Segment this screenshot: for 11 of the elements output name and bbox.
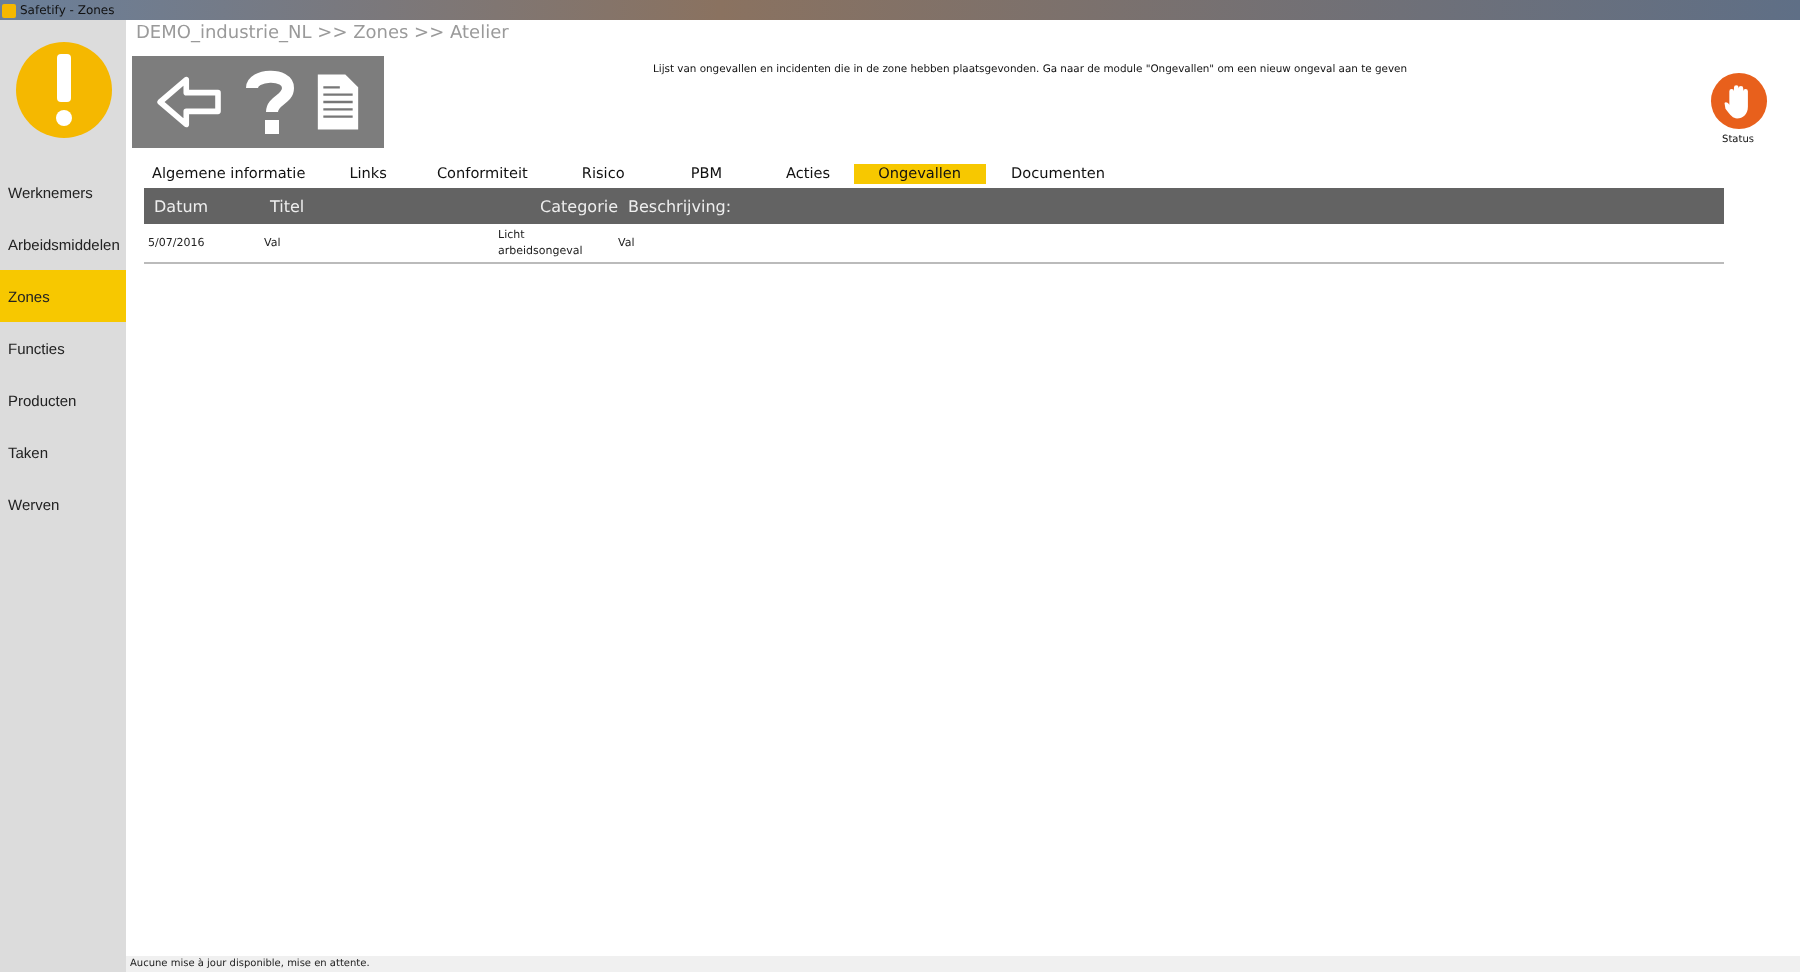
help-icon[interactable] — [245, 68, 294, 136]
document-icon[interactable] — [316, 72, 361, 132]
column-header[interactable]: Categorie — [540, 197, 618, 215]
column-header[interactable]: Datum — [154, 197, 270, 215]
back-arrow-icon[interactable] — [155, 74, 224, 130]
column-header[interactable]: Titel — [270, 197, 502, 215]
column-header[interactable]: Beschrijving: — [618, 197, 1724, 215]
warning-logo-icon — [14, 40, 114, 140]
breadcrumb: DEMO_industrie_NL >> Zones >> Atelier — [134, 22, 511, 48]
app-icon — [2, 3, 16, 17]
stop-hand-icon[interactable] — [1709, 72, 1767, 130]
